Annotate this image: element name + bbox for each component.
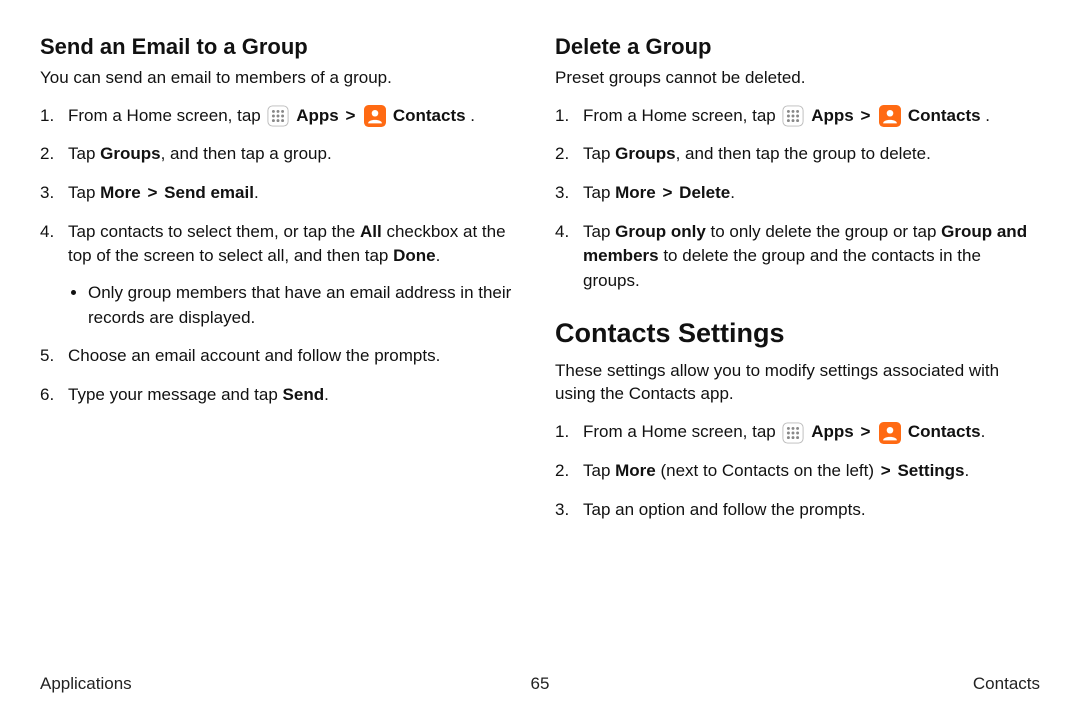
cs-step-2: Tap More (next to Contacts on the left) … <box>555 459 1040 484</box>
apps-icon <box>267 105 289 127</box>
chevron-icon: > <box>858 106 872 125</box>
send-email-intro: You can send an email to members of a gr… <box>40 66 525 90</box>
send-email-label: Send email <box>164 183 254 202</box>
more-label: More <box>615 461 656 480</box>
text: Tap <box>583 461 615 480</box>
apps-label: Apps <box>296 106 339 125</box>
manual-page: Send an Email to a Group You can send an… <box>0 0 1080 720</box>
text: . <box>254 183 259 202</box>
text: Tap <box>68 144 100 163</box>
text: From a Home screen, tap <box>68 106 265 125</box>
page-footer: Applications 65 Contacts <box>40 674 1040 694</box>
text: . <box>324 385 329 404</box>
text: , and then tap a group. <box>161 144 332 163</box>
apps-icon <box>782 422 804 444</box>
contacts-settings-heading: Contacts Settings <box>555 318 1040 349</box>
delete-group-steps: From a Home screen, tap Apps > Contacts … <box>555 104 1040 294</box>
text: . <box>466 106 475 125</box>
chevron-icon: > <box>343 106 357 125</box>
chevron-icon: > <box>858 422 872 441</box>
text: . <box>965 461 970 480</box>
group-only-label: Group only <box>615 222 706 241</box>
text: From a Home screen, tap <box>583 106 780 125</box>
step-4-note: Only group members that have an email ad… <box>88 281 525 330</box>
text: . <box>981 106 990 125</box>
contacts-settings-intro: These settings allow you to modify setti… <box>555 359 1040 407</box>
contacts-icon <box>879 422 901 444</box>
text: to only delete the group or tap <box>706 222 941 241</box>
all-label: All <box>360 222 382 241</box>
chevron-icon: > <box>879 461 893 480</box>
step-3: Tap More > Send email. <box>40 181 525 206</box>
done-label: Done <box>393 246 436 265</box>
step-6: Type your message and tap Send. <box>40 383 525 408</box>
del-step-4: Tap Group only to only delete the group … <box>555 220 1040 294</box>
delete-group-heading: Delete a Group <box>555 34 1040 60</box>
contacts-label: Contacts <box>393 106 466 125</box>
right-column: Delete a Group Preset groups cannot be d… <box>555 34 1040 536</box>
del-step-1: From a Home screen, tap Apps > Contacts … <box>555 104 1040 129</box>
contacts-settings-steps: From a Home screen, tap Apps > Contacts.… <box>555 420 1040 522</box>
groups-label: Groups <box>615 144 675 163</box>
step-4: Tap contacts to select them, or tap the … <box>40 220 525 331</box>
send-email-heading: Send an Email to a Group <box>40 34 525 60</box>
text: . <box>981 422 986 441</box>
apps-icon <box>782 105 804 127</box>
step-1: From a Home screen, tap Apps > Contacts … <box>40 104 525 129</box>
text: Tap <box>583 183 615 202</box>
text: . <box>436 246 441 265</box>
text: Type your message and tap <box>68 385 283 404</box>
settings-label: Settings <box>897 461 964 480</box>
del-step-2: Tap Groups, and then tap the group to de… <box>555 142 1040 167</box>
text: Tap <box>583 144 615 163</box>
text: (next to Contacts on the left) <box>656 461 879 480</box>
apps-label: Apps <box>811 106 854 125</box>
send-label: Send <box>283 385 325 404</box>
contacts-icon <box>879 105 901 127</box>
contacts-label: Contacts <box>908 106 981 125</box>
chevron-icon: > <box>661 183 675 202</box>
send-email-steps: From a Home screen, tap Apps > Contacts … <box>40 104 525 408</box>
left-column: Send an Email to a Group You can send an… <box>40 34 525 536</box>
delete-group-intro: Preset groups cannot be deleted. <box>555 66 1040 90</box>
footer-left: Applications <box>40 674 132 694</box>
cs-step-3: Tap an option and follow the prompts. <box>555 498 1040 523</box>
delete-label: Delete <box>679 183 730 202</box>
del-step-3: Tap More > Delete. <box>555 181 1040 206</box>
cs-step-1: From a Home screen, tap Apps > Contacts. <box>555 420 1040 445</box>
text: Tap <box>583 222 615 241</box>
step-4-sublist: Only group members that have an email ad… <box>68 281 525 330</box>
more-label: More <box>615 183 656 202</box>
chevron-icon: > <box>146 183 160 202</box>
more-label: More <box>100 183 141 202</box>
contacts-label: Contacts <box>908 422 981 441</box>
footer-right: Contacts <box>973 674 1040 694</box>
groups-label: Groups <box>100 144 160 163</box>
contacts-icon <box>364 105 386 127</box>
text: Tap <box>68 183 100 202</box>
step-5: Choose an email account and follow the p… <box>40 344 525 369</box>
step-2: Tap Groups, and then tap a group. <box>40 142 525 167</box>
page-number: 65 <box>531 674 550 694</box>
text: From a Home screen, tap <box>583 422 780 441</box>
text: . <box>730 183 735 202</box>
text: Tap contacts to select them, or tap the <box>68 222 360 241</box>
text: , and then tap the group to delete. <box>676 144 931 163</box>
apps-label: Apps <box>811 422 854 441</box>
